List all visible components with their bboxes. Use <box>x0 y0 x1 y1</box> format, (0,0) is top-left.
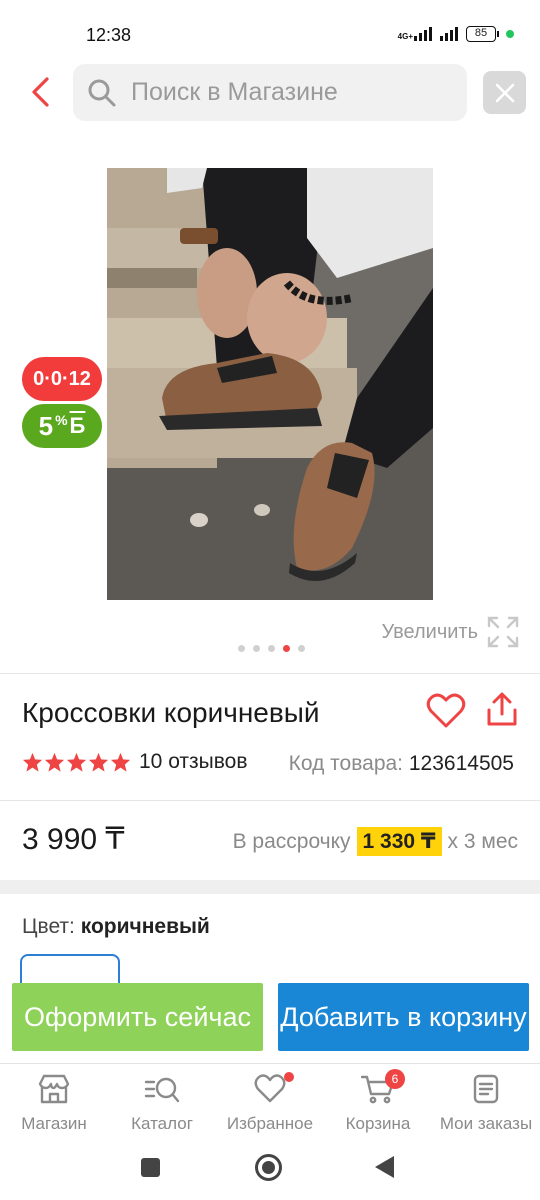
nav-label: Магазин <box>21 1114 87 1133</box>
favorites-badge-dot <box>284 1072 294 1082</box>
zoom-label: Увеличить <box>381 620 478 643</box>
bonus-currency: Б <box>69 413 86 438</box>
bonus-badge: 5% Б <box>22 404 102 448</box>
nav-item-cart[interactable]: 6 Корзина <box>324 1064 432 1143</box>
bonus-percent: % <box>55 412 68 428</box>
share-icon <box>487 692 517 726</box>
cellular-signal-2-icon <box>440 27 458 41</box>
installment-amount: 1 330 ₸ <box>356 827 442 856</box>
status-icons: 4G+ 85 <box>398 26 514 42</box>
nav-item-shop[interactable]: Магазин <box>0 1064 108 1143</box>
sku-value: 123614505 <box>408 752 514 775</box>
system-nav-bar <box>0 1145 540 1200</box>
heart-icon <box>426 693 466 728</box>
color-label: Цвет: <box>22 915 75 938</box>
price: 3 990 ₸ <box>22 823 125 856</box>
product-image[interactable] <box>107 168 433 600</box>
installment-prefix: В рассрочку <box>232 829 351 853</box>
nav-label: Избранное <box>226 1114 314 1133</box>
gallery-dot-active[interactable] <box>283 645 290 652</box>
star-icon <box>22 752 43 772</box>
heart-outline-icon <box>254 1074 286 1103</box>
cellular-signal-icon: 4G+ <box>398 27 432 41</box>
nav-item-favorites[interactable]: Избранное <box>216 1064 324 1143</box>
home-icon[interactable] <box>255 1154 282 1181</box>
rating-row[interactable]: 10 отзывов <box>22 750 248 774</box>
reviews-link[interactable]: 10 отзывов <box>139 750 248 774</box>
nav-item-catalog[interactable]: Каталог <box>108 1064 216 1143</box>
back-triangle-icon[interactable] <box>375 1156 394 1178</box>
gallery-dots <box>238 645 305 652</box>
star-icon <box>44 752 65 772</box>
installment-suffix: х 3 мес <box>447 829 518 853</box>
zoom-button[interactable]: Увеличить <box>382 615 520 649</box>
star-icon <box>88 752 109 772</box>
privacy-dot-icon <box>506 30 514 38</box>
timer-badge: 0·0·12 <box>22 357 102 401</box>
back-button[interactable] <box>22 74 58 110</box>
status-time: 12:38 <box>86 25 132 45</box>
favorite-button[interactable] <box>426 693 466 729</box>
close-icon <box>495 83 514 102</box>
star-icon <box>110 752 131 772</box>
gallery-dot[interactable] <box>268 645 275 652</box>
nav-label: Мои заказы <box>439 1114 533 1133</box>
color-value: коричневый <box>80 915 210 938</box>
battery-icon: 85 <box>466 26 499 42</box>
gallery-dot[interactable] <box>253 645 260 652</box>
gallery-dot[interactable] <box>238 645 245 652</box>
sku-label: Код товара: <box>288 752 404 775</box>
add-to-cart-button[interactable]: Добавить в корзину <box>278 983 529 1051</box>
installment-info[interactable]: В рассрочку 1 330 ₸ х 3 мес <box>233 827 518 856</box>
cart-badge: 6 <box>385 1069 405 1089</box>
product-title: Кроссовки коричневый <box>22 697 320 728</box>
catalog-search-icon <box>144 1077 180 1103</box>
expand-icon <box>487 616 519 648</box>
bonus-value: 5 <box>38 410 54 441</box>
chevron-left-icon <box>32 77 49 107</box>
rating-stars <box>22 752 131 772</box>
section-separator <box>0 880 540 894</box>
nav-item-orders[interactable]: Мои заказы <box>432 1064 540 1143</box>
nav-label: Каталог <box>131 1114 193 1133</box>
store-icon <box>38 1074 70 1104</box>
share-button[interactable] <box>485 692 519 728</box>
buy-now-button[interactable]: Оформить сейчас <box>12 983 263 1051</box>
search-bar[interactable] <box>73 64 467 121</box>
color-row: Цвет: коричневый <box>22 915 210 939</box>
gallery-dot[interactable] <box>298 645 305 652</box>
search-input[interactable] <box>131 78 431 107</box>
sku: Код товара: 123614505 <box>289 752 514 776</box>
recents-icon[interactable] <box>141 1158 160 1177</box>
network-label: 4G+ <box>397 32 413 41</box>
close-button[interactable] <box>483 71 526 114</box>
status-bar: 12:38 4G+ 85 <box>0 0 540 60</box>
orders-icon <box>473 1074 499 1104</box>
divider <box>0 800 540 801</box>
bottom-nav: Магазин Каталог Избранное 6 Корзина Мои … <box>0 1063 540 1143</box>
divider <box>0 673 540 674</box>
search-icon <box>88 79 116 106</box>
nav-label: Корзина <box>345 1114 411 1133</box>
product-photo <box>107 168 433 600</box>
star-icon <box>66 752 87 772</box>
